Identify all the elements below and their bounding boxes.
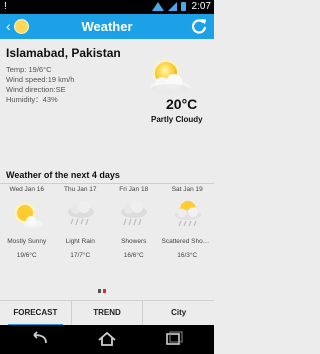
alert-icon: ! <box>4 1 7 12</box>
tab-city[interactable]: City <box>142 301 214 326</box>
title-bar: ‹ Weather <box>0 14 214 39</box>
current-details: Temp: 19/6°C Wind speed:19 km/h Wind dir… <box>6 65 74 105</box>
tab-forecast[interactable]: FORECAST <box>0 301 71 326</box>
back-icon[interactable] <box>28 330 52 348</box>
forecast-day-item[interactable]: Sat Jan 19 Scattered Showers 16/3°C <box>161 186 215 266</box>
forecast-temperature: 17/7°C <box>70 252 91 259</box>
current-condition: Partly Cloudy <box>151 115 203 124</box>
page-title: Weather <box>81 19 133 34</box>
forecast-day-item[interactable]: Wed Jan 16 Mostly Sunny 19/6°C <box>0 186 54 266</box>
wifi-icon <box>152 2 164 11</box>
forecast-description: Light Rain <box>65 238 95 245</box>
rain-cloud-icon <box>67 201 94 226</box>
forecast-temperature: 16/3°C <box>177 252 198 259</box>
forecast-day-item[interactable]: Fri Jan 18 Showers 16/6°C <box>107 186 161 266</box>
partly-cloudy-icon <box>150 59 190 94</box>
forecast-date: Thu Jan 17 <box>63 186 97 193</box>
battery-icon <box>181 2 186 11</box>
page-dot-active <box>103 289 106 293</box>
home-icon[interactable] <box>95 330 119 348</box>
status-bar: ! 2:07 <box>0 0 214 14</box>
forecast-description: Showers <box>121 238 147 245</box>
current-temperature: 20°C <box>166 96 198 112</box>
forecast-day-item[interactable]: Thu Jan 17 Light Rain 17/7°C <box>54 186 108 266</box>
forecast-date: Wed Jan 16 <box>9 186 45 193</box>
forecast-date: Fri Jan 18 <box>119 186 149 193</box>
sunny-icon <box>14 202 43 228</box>
signal-icon <box>168 2 177 11</box>
page-dot <box>98 289 101 293</box>
detail-humidity: Humidity：43% <box>6 95 58 104</box>
status-icons <box>152 2 186 11</box>
divider <box>0 183 214 184</box>
forecast-description: Mostly Sunny <box>7 238 47 245</box>
forecast-temperature: 16/6°C <box>123 252 144 259</box>
page-indicator <box>98 289 108 293</box>
detail-wind-speed: Wind speed:19 km/h <box>6 75 75 84</box>
rain-cloud-icon <box>121 201 147 226</box>
forecast-title: Weather of the next 4 days <box>6 170 120 180</box>
forecast-date: Sat Jan 19 <box>171 186 203 193</box>
detail-wind-direction: Wind direction:SE <box>6 85 66 94</box>
city-name: Islamabad, Pakistan <box>6 46 121 60</box>
status-time: 2:07 <box>191 1 211 12</box>
forecast-list: Wed Jan 16 Mostly Sunny 19/6°C Thu Jan 1… <box>0 186 214 266</box>
recent-apps-icon[interactable] <box>162 330 186 348</box>
detail-temp: Temp: 19/6°C <box>6 65 52 74</box>
bottom-tab-bar: FORECAST TREND City <box>0 300 214 326</box>
sun-rain-cloud-icon <box>174 201 201 227</box>
tab-trend[interactable]: TREND <box>70 301 143 326</box>
forecast-description: Scattered Showers <box>161 238 214 245</box>
forecast-temperature: 19/6°C <box>16 252 37 259</box>
navigation-bar <box>0 325 214 354</box>
refresh-icon[interactable] <box>190 17 208 35</box>
